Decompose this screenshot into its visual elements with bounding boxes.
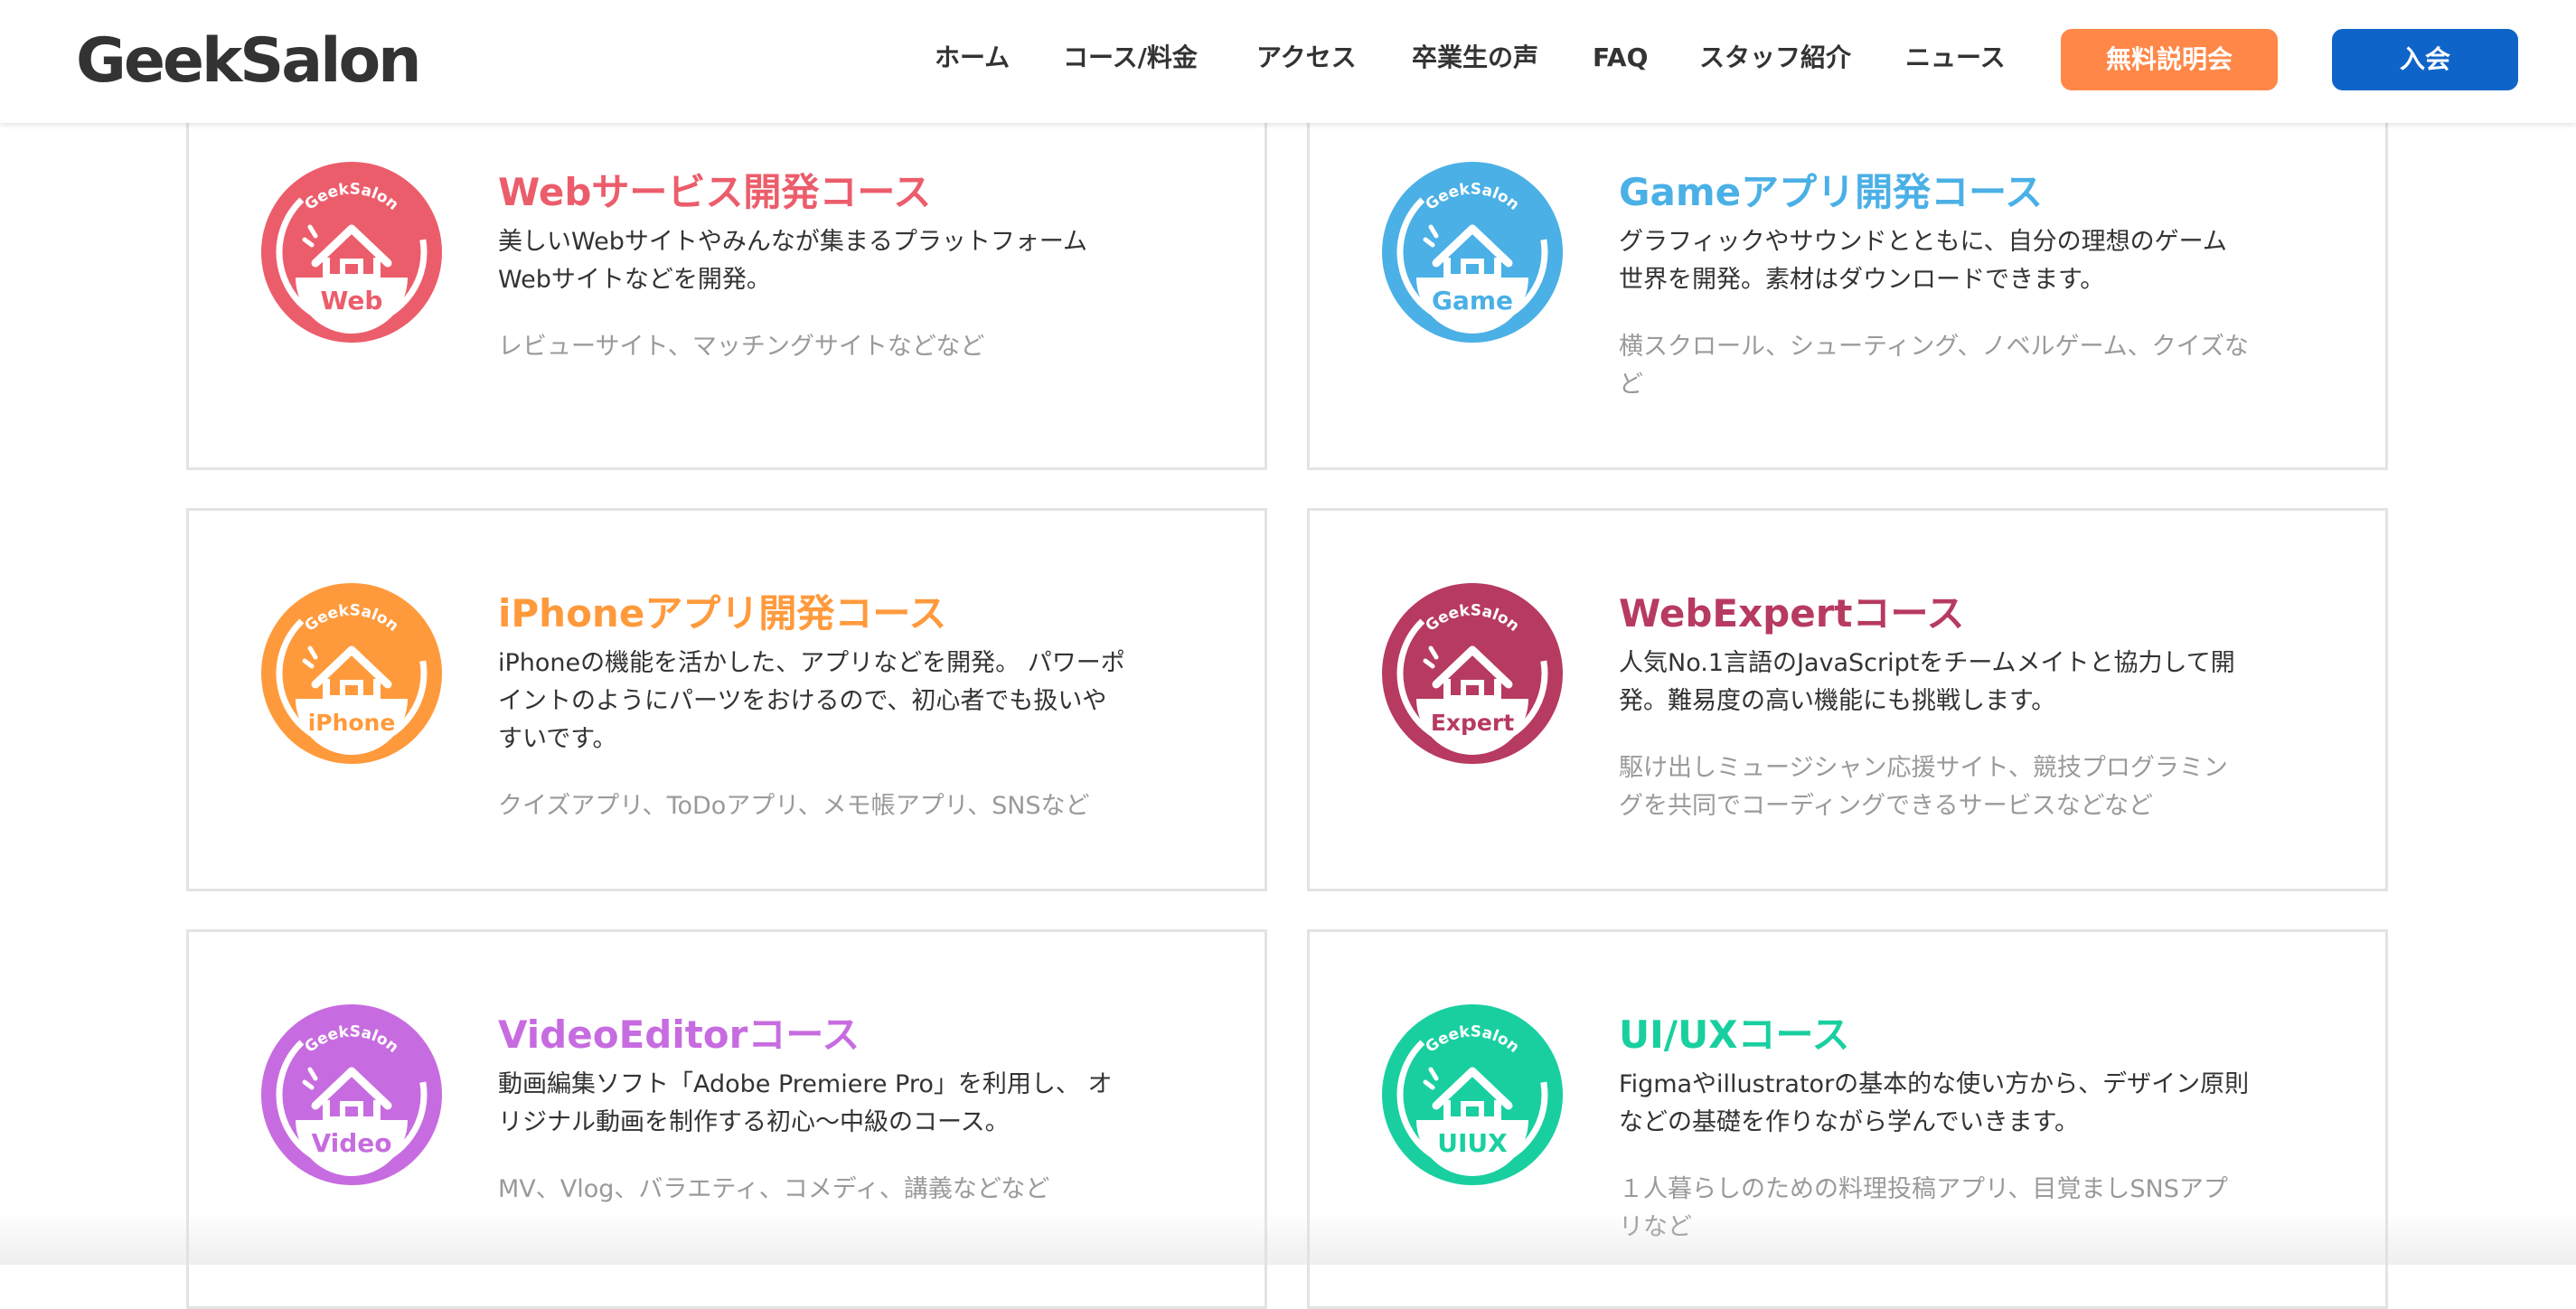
text-line: グを共同でコーディングできるサービスなどなど (1619, 792, 2154, 820)
course-examples: MV、Vlog、バラエティ、コメディ、講義などなど (498, 1171, 1185, 1209)
badge-label-text: Video (311, 1128, 391, 1158)
text-line: 動画編集ソフト「Adobe Premiere Pro」を利用し、 オ (498, 1070, 1113, 1098)
badge-label-text: Web (321, 286, 383, 315)
text-line: 横スクロール、シューティング、ノベルゲーム、クイズな (1619, 333, 2249, 361)
course-card-webexpert[interactable]: GeekSalon Expert WebExpertコース 人気No.1言語のJa… (1307, 508, 2388, 891)
badge-label-text: Expert (1431, 710, 1514, 736)
course-description: iPhoneの機能を活かした、アプリなどを開発。 パワーポ イントのようにパーツを… (498, 645, 1167, 758)
text-line: Webサイトなどを開発。 (498, 266, 771, 294)
uiux-course-badge-icon: GeekSalon UIUX (1382, 1004, 1563, 1185)
text-line: 世界を開発。素材はダウンロードできます。 (1619, 266, 2105, 294)
course-description: 美しいWebサイトやみんなが集まるプラットフォーム Webサイトなどを開発。 (498, 223, 1167, 299)
text-line: すいです。 (498, 725, 617, 753)
text-line: 発。難易度の高い機能にも挑戦します。 (1619, 687, 2056, 715)
course-title: UI/UXコース (1619, 1012, 1850, 1057)
course-examples: クイズアプリ、ToDoアプリ、メモ帳アプリ、SNSなど (498, 787, 1185, 825)
badge-label-text: UIUX (1437, 1128, 1508, 1158)
text-line: １人暮らしのための料理投稿アプリ、目覚ましSNSアプ (1619, 1175, 2228, 1203)
text-line: 人気No.1言語のJavaScriptをチームメイトと協力して開 (1619, 649, 2235, 677)
site-header: GeekSalon ホーム コース/料金 アクセス 卒業生の声 FAQ スタッフ… (0, 0, 2576, 123)
badge-label-text: Game (1432, 286, 1513, 315)
text-line: Figmaやillustratorの基本的な使い方から、デザイン原則 (1619, 1070, 2250, 1098)
expert-course-badge-icon: GeekSalon Expert (1382, 583, 1563, 764)
text-line: などの基礎を作りながら学んでいきます。 (1619, 1108, 2079, 1136)
text-line: イントのようにパーツをおけるので、初心者でも扱いや (498, 687, 1107, 715)
course-description: Figmaやillustratorの基本的な使い方から、デザイン原則 などの基礎を… (1619, 1066, 2288, 1142)
text-line: リジナル動画を制作する初心～中級のコース。 (498, 1108, 1010, 1136)
course-title: Gameアプリ開発コース (1619, 170, 2043, 214)
join-button[interactable]: 入会 (2332, 29, 2518, 90)
text-line: クイズアプリ、ToDoアプリ、メモ帳アプリ、SNSなど (498, 792, 1090, 820)
text-line: MV、Vlog、バラエティ、コメディ、講義などなど (498, 1175, 1050, 1203)
course-title: iPhoneアプリ開発コース (498, 591, 947, 636)
web-course-badge-icon: GeekSalon Web (261, 162, 442, 343)
nav-home[interactable]: ホーム (935, 27, 1010, 89)
geeksalon-logo[interactable]: GeekSalon (76, 20, 422, 103)
course-description: 動画編集ソフト「Adobe Premiere Pro」を利用し、 オリジナル動画… (498, 1066, 1167, 1142)
course-description: グラフィックやサウンドとともに、自分の理想のゲーム 世界を開発。素材はダウンロード… (1619, 223, 2288, 299)
course-card-iphone[interactable]: GeekSalon iPhone iPhoneアプリ開発コース iPhoneの機能… (186, 508, 1267, 891)
course-title: Webサービス開発コース (498, 170, 932, 214)
text-line: レビューサイト、マッチングサイトなどなど (498, 333, 985, 361)
course-card-web[interactable]: GeekSalon Web Webサービス開発コース 美しいWebサイトやみんなが… (186, 87, 1267, 470)
badge-label-text: iPhone (308, 710, 396, 736)
nav-access[interactable]: アクセス (1256, 27, 1357, 89)
course-examples: 横スクロール、シューティング、ノベルゲーム、クイズなど (1619, 328, 2306, 404)
course-title: WebExpertコース (1619, 591, 1965, 636)
nav-faq[interactable]: FAQ (1593, 27, 1648, 89)
bottom-fade (0, 1211, 2576, 1265)
nav-alumni-voices[interactable]: 卒業生の声 (1412, 27, 1538, 89)
course-examples: レビューサイト、マッチングサイトなどなど (498, 328, 1185, 366)
course-examples: 駆け出しミュージシャン応援サイト、競技プログラミン グを共同でコーディングできるサ… (1619, 749, 2306, 825)
text-line: グラフィックやサウンドとともに、自分の理想のゲーム (1619, 228, 2227, 256)
iphone-course-badge-icon: GeekSalon iPhone (261, 583, 442, 764)
nav-courses-pricing[interactable]: コース/料金 (1063, 27, 1198, 89)
video-course-badge-icon: GeekSalon Video (261, 1004, 442, 1185)
free-info-session-button[interactable]: 無料説明会 (2061, 29, 2278, 90)
course-description: 人気No.1言語のJavaScriptをチームメイトと協力して開 発。難易度の高い… (1619, 645, 2288, 720)
course-title: VideoEditorコース (498, 1012, 860, 1057)
course-card-game[interactable]: GeekSalon Game Gameアプリ開発コース グラフィックやサウンドとと… (1307, 87, 2388, 470)
text-line: iPhoneの機能を活かした、アプリなどを開発。 パワーポ (498, 649, 1125, 677)
text-line: ど (1619, 371, 1643, 399)
nav-staff[interactable]: スタッフ紹介 (1699, 27, 1851, 89)
text-line: 美しいWebサイトやみんなが集まるプラットフォーム (498, 228, 1088, 256)
game-course-badge-icon: GeekSalon Game (1382, 162, 1563, 343)
text-line: 駆け出しミュージシャン応援サイト、競技プログラミン (1619, 754, 2228, 782)
nav-news[interactable]: ニュース (1905, 27, 2006, 89)
